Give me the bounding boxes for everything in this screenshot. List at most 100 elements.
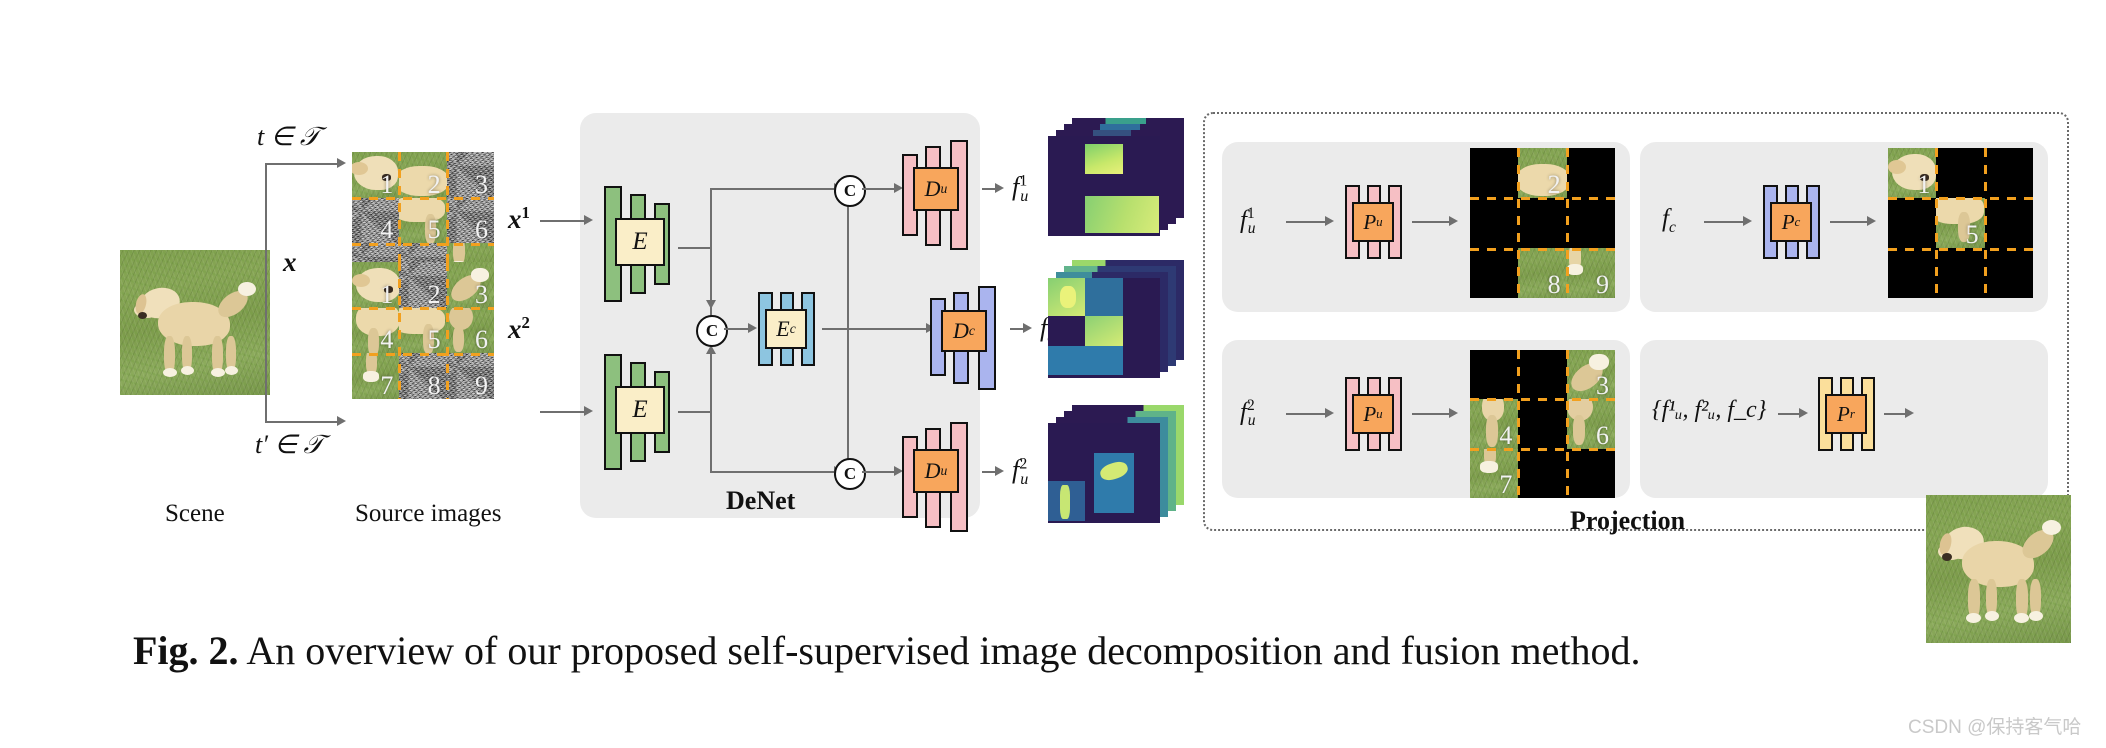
tile-number: 7 [1499, 469, 1513, 498]
tile-3: 3 [1566, 350, 1615, 400]
arrow-src2-to-enc [584, 406, 593, 416]
scene-branch-bottom [265, 421, 337, 423]
line-enc-bottom-out [678, 411, 712, 413]
source-images-label: Source images [355, 500, 502, 527]
tile-5 [1518, 399, 1567, 449]
tile-number: 4 [1499, 420, 1513, 449]
proj3-output-image: 3 4 6 7 [1470, 350, 1615, 498]
feature-map-stack-2 [1048, 260, 1188, 390]
concat-circle-top[interactable]: C [834, 175, 866, 207]
line-bottom-to-concat [710, 471, 838, 473]
decoder-unique-bottom[interactable]: Du [902, 422, 980, 532]
tile-9 [1984, 248, 2033, 298]
proj3-input-label: f2u [1240, 397, 1256, 430]
tile-5 [1518, 198, 1567, 248]
tile-number: 7 [380, 371, 394, 399]
proj1-arrow-line-in [1286, 221, 1328, 223]
arrow-into-ec-concat-down [706, 300, 716, 309]
tile-3 [1566, 148, 1615, 198]
source2-symbol: x2 [508, 313, 530, 344]
tile-7 [1888, 248, 1937, 298]
watermark: CSDN @保持客气哈 [1908, 717, 2082, 738]
tile-3 [1984, 148, 2033, 198]
ec-vertical-feed [847, 192, 849, 470]
tile-1 [1470, 350, 1519, 400]
scene-label: Scene [165, 500, 225, 527]
tile-number: 8 [1547, 270, 1561, 298]
projector-pu-1[interactable]: Pu [1345, 185, 1407, 259]
tile-9: 9 [446, 353, 494, 399]
tile-6: 6 [446, 197, 494, 244]
common-encoder-core: Ec [765, 309, 807, 349]
projector-pu-2[interactable]: Pu [1345, 377, 1407, 451]
encoder-top[interactable]: E [604, 186, 676, 302]
tile-number: 3 [1595, 371, 1609, 400]
tile-5: 5 [399, 307, 447, 354]
figure-caption: Fig. 2. An overview of our proposed self… [133, 625, 2013, 678]
dog-silhouette-fused [1926, 495, 2071, 643]
trunk-vertical-top [710, 188, 712, 250]
projector-pc[interactable]: Pc [1763, 185, 1825, 259]
projection-title: Projection [1570, 506, 1686, 535]
projector-pr[interactable]: Pr [1818, 377, 1880, 451]
tile-7: 7 [352, 353, 400, 399]
tile-8: 8 [399, 353, 447, 399]
concat-circle-ec[interactable]: C [696, 315, 728, 347]
line-ec-out [822, 328, 930, 330]
tile-number: 5 [427, 325, 441, 354]
feature-map-layer-front [1048, 423, 1160, 523]
tile-number: 4 [380, 325, 394, 354]
feature-label-fu2: f2u [1012, 455, 1029, 489]
tile-number: 9 [474, 371, 488, 399]
encoder-bottom[interactable]: E [604, 354, 676, 470]
tile-1: 1 [352, 152, 400, 198]
tile-6 [1566, 198, 1615, 248]
line-src1-to-enc [540, 220, 584, 222]
scene-branch-top [265, 163, 337, 165]
concat-circle-bottom[interactable]: C [834, 458, 866, 490]
proj4-arrow-in [1799, 408, 1808, 418]
proj1-input-label: f1u [1240, 205, 1256, 238]
arrow-concat-to-ec [748, 323, 757, 333]
tile-4: 4 [352, 197, 400, 244]
proj1-output-image: 2 8 9 [1470, 148, 1615, 298]
proj1-arrow-out [1449, 216, 1458, 226]
transform-bottom-label: t′ ∈ 𝒯 [255, 430, 324, 459]
trunk-vertical-bottom [710, 411, 712, 473]
tile-5: 5 [399, 197, 447, 244]
tile-7 [1470, 248, 1519, 298]
tile-number: 2 [427, 169, 441, 198]
feature-map-stack-3 [1048, 405, 1188, 535]
scene-symbol: x [283, 247, 297, 277]
proj3-arrow-out [1449, 408, 1458, 418]
proj3-arrow-line-out [1412, 413, 1452, 415]
tile-6 [1984, 198, 2033, 248]
line-src2-to-enc [540, 411, 584, 413]
line-top-to-concat [710, 188, 838, 190]
tile-number: 5 [427, 215, 441, 244]
tile-4: 4 [352, 307, 400, 354]
proj1-arrow-in [1325, 216, 1334, 226]
proj4-input-label: {f¹ᵤ, f²ᵤ, f_c} [1652, 397, 1767, 423]
tile-number: 2 [1547, 170, 1561, 198]
tile-number: 1 [380, 169, 394, 198]
source1-symbol: x1 [508, 203, 530, 234]
decoder-common[interactable]: Dc [930, 286, 1008, 390]
tile-1 [1470, 148, 1519, 198]
proj3-arrow-in [1325, 408, 1334, 418]
proj2-input-label: fc [1662, 205, 1676, 236]
source-image-2: 1 2 3 4 5 6 7 8 9 [352, 262, 494, 399]
tile-number: 5 [1965, 220, 1979, 248]
decoder-unique-core-bottom: Du [913, 449, 959, 493]
proj2-arrow-line-out [1830, 221, 1870, 223]
proj2-output-image: 1 5 [1888, 148, 2033, 298]
common-encoder[interactable]: Ec [758, 292, 820, 366]
tile-number: 4 [380, 215, 394, 244]
scene-branch-vertical [265, 163, 267, 423]
denet-title: DeNet [726, 486, 796, 515]
proj3-arrow-line-in [1286, 413, 1328, 415]
feature-label-fu1: f1u [1012, 172, 1029, 206]
decoder-unique-top[interactable]: Du [902, 140, 980, 250]
tile-2: 2 [399, 262, 447, 308]
tile-8 [1518, 448, 1567, 498]
